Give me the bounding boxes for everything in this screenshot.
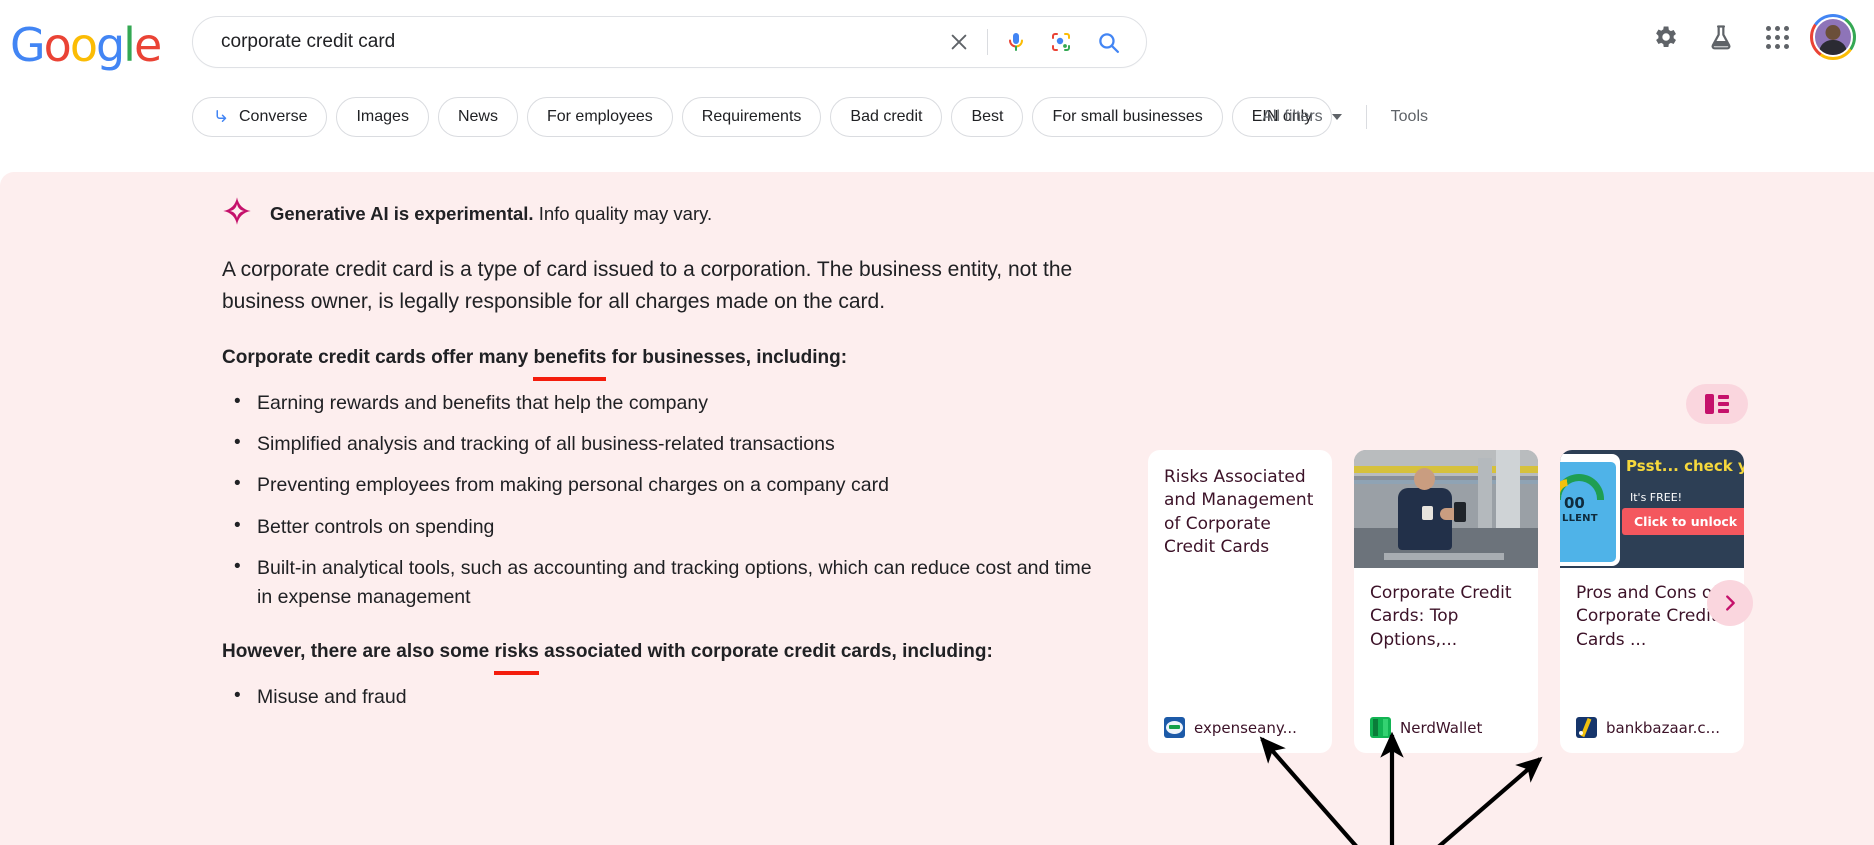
list-item: Built-in analytical tools, such as accou… bbox=[222, 553, 1102, 613]
benefits-underlined-word: benefits bbox=[533, 344, 606, 381]
ai-disclaimer-row: Generative AI is experimental. Info qual… bbox=[222, 196, 712, 231]
header-actions bbox=[1642, 14, 1856, 60]
benefits-list: Earning rewards and benefits that help t… bbox=[222, 388, 1102, 613]
card-source-name: NerdWallet bbox=[1400, 718, 1483, 737]
search-input[interactable] bbox=[221, 31, 937, 53]
card-source: bankbazaar.c... bbox=[1576, 717, 1720, 738]
ai-snapshot-panel: Generative AI is experimental. Info qual… bbox=[0, 172, 1874, 845]
google-logo[interactable]: Google bbox=[10, 22, 162, 68]
list-item: Simplified analysis and tracking of all … bbox=[222, 429, 1102, 459]
logo-letter: g bbox=[95, 18, 125, 72]
logo-letter: G bbox=[10, 18, 46, 72]
benefits-heading-pre: Corporate credit cards offer many bbox=[222, 347, 534, 369]
chip-label: News bbox=[457, 108, 498, 125]
chip-converse[interactable]: Converse bbox=[192, 97, 328, 137]
ai-paragraph: A corporate credit card is a type of car… bbox=[222, 258, 1073, 314]
card-thumbnail bbox=[1354, 450, 1538, 568]
filters-divider bbox=[1365, 105, 1367, 129]
search-bar-icons bbox=[937, 20, 1132, 64]
lab-flask-icon[interactable] bbox=[1698, 14, 1744, 60]
card-thumbnail: 00 LLENT Psst... check your Credit Score… bbox=[1560, 450, 1744, 568]
card-source-name: bankbazaar.c... bbox=[1606, 718, 1720, 737]
chip-bad-credit[interactable]: Bad credit bbox=[830, 97, 943, 137]
carousel-next-button[interactable] bbox=[1707, 580, 1753, 626]
expenseanytime-favicon bbox=[1164, 717, 1185, 738]
chip-label: Requirements bbox=[701, 108, 802, 125]
avatar[interactable] bbox=[1810, 14, 1856, 60]
logo-letter: l bbox=[123, 18, 136, 72]
ai-disclaimer-text: Generative AI is experimental. Info qual… bbox=[270, 203, 712, 225]
logo-letter: o bbox=[69, 18, 98, 72]
list-item: Misuse and fraud bbox=[222, 682, 1102, 712]
search-divider bbox=[987, 29, 988, 55]
ai-disclaimer-bold: Generative AI is experimental. bbox=[270, 202, 534, 224]
layout-view-icon[interactable] bbox=[1686, 384, 1748, 424]
risks-list: Misuse and fraud bbox=[222, 682, 1102, 712]
source-carousel: Risks Associated and Management of Corpo… bbox=[1148, 450, 1744, 753]
google-search-results-page: Google corporate credit card Converse Im… bbox=[0, 0, 1874, 845]
filter-chips: Converse Images News For employees Requi… bbox=[192, 97, 1333, 137]
chip-images[interactable]: Images bbox=[336, 97, 429, 137]
search-bar[interactable] bbox=[192, 16, 1147, 68]
chevron-right-icon bbox=[1726, 595, 1735, 611]
ai-answer-body: A corporate credit card is a type of car… bbox=[222, 254, 1102, 738]
chip-label: Images bbox=[356, 108, 409, 125]
chip-best[interactable]: Best bbox=[951, 97, 1024, 137]
ai-sparkle-icon bbox=[222, 196, 252, 231]
risks-underlined-word: risks bbox=[494, 638, 540, 675]
carousel-card[interactable]: Risks Associated and Management of Corpo… bbox=[1148, 450, 1332, 753]
search-icon[interactable] bbox=[1084, 20, 1132, 64]
filters-group: All filters Tools bbox=[1256, 97, 1434, 137]
ai-disclaimer-rest: Info quality may vary. bbox=[533, 202, 713, 224]
risks-heading-pre: However, there are also some bbox=[222, 641, 495, 663]
card-source: expenseany... bbox=[1164, 717, 1297, 738]
risks-heading: However, there are also some risks assoc… bbox=[222, 638, 1102, 675]
logo-letter: e bbox=[133, 18, 162, 72]
list-item: Earning rewards and benefits that help t… bbox=[222, 388, 1102, 418]
chip-requirements[interactable]: Requirements bbox=[681, 97, 822, 137]
gear-icon[interactable] bbox=[1642, 14, 1688, 60]
ad-rating-text: LLENT bbox=[1562, 513, 1598, 524]
list-item: Better controls on spending bbox=[222, 511, 1102, 542]
google-lens-icon[interactable] bbox=[1038, 20, 1084, 64]
card-title: Risks Associated and Management of Corpo… bbox=[1164, 467, 1314, 558]
chip-label: Bad credit bbox=[850, 108, 923, 125]
ad-headline: Psst... check your Credit Score bbox=[1626, 457, 1744, 475]
card-source-name: expenseany... bbox=[1194, 718, 1297, 737]
ad-button[interactable]: Click to unlock bbox=[1622, 508, 1744, 535]
chip-label: Best bbox=[971, 108, 1004, 125]
nerdwallet-favicon bbox=[1370, 717, 1391, 738]
ad-subline: It's FREE! bbox=[1630, 491, 1683, 504]
apps-grid-icon[interactable] bbox=[1754, 14, 1800, 60]
chip-for-employees[interactable]: For employees bbox=[526, 97, 673, 137]
carousel-card[interactable]: Corporate Credit Cards: Top Options,... … bbox=[1354, 450, 1538, 753]
chevron-down-icon bbox=[1331, 114, 1342, 120]
card-title: Corporate Credit Cards: Top Options,... bbox=[1370, 583, 1512, 650]
bankbazaar-favicon bbox=[1576, 717, 1597, 738]
risks-heading-post: associated with corporate credit cards, … bbox=[538, 641, 993, 663]
all-filters-label: All filters bbox=[1262, 108, 1323, 125]
close-icon[interactable] bbox=[937, 20, 981, 64]
card-source: NerdWallet bbox=[1370, 717, 1482, 738]
list-item: Preventing employees from making persona… bbox=[222, 470, 1102, 500]
all-filters-button[interactable]: All filters bbox=[1256, 108, 1347, 126]
logo-letter: o bbox=[43, 18, 72, 72]
page-header: Google corporate credit card Converse Im… bbox=[0, 0, 1874, 172]
benefits-heading-post: for businesses, including: bbox=[606, 347, 848, 369]
chip-for-small-businesses[interactable]: For small businesses bbox=[1032, 97, 1223, 137]
chip-label: Converse bbox=[239, 108, 308, 125]
tools-button[interactable]: Tools bbox=[1385, 108, 1434, 126]
chip-label: For small businesses bbox=[1052, 108, 1203, 125]
microphone-icon[interactable] bbox=[994, 20, 1038, 64]
benefits-heading: Corporate credit cards offer many benefi… bbox=[222, 344, 1102, 381]
chip-label: For employees bbox=[546, 108, 653, 125]
converse-arrow-icon bbox=[212, 107, 230, 128]
ad-score-text: 00 bbox=[1564, 494, 1585, 512]
chip-news[interactable]: News bbox=[437, 97, 518, 137]
